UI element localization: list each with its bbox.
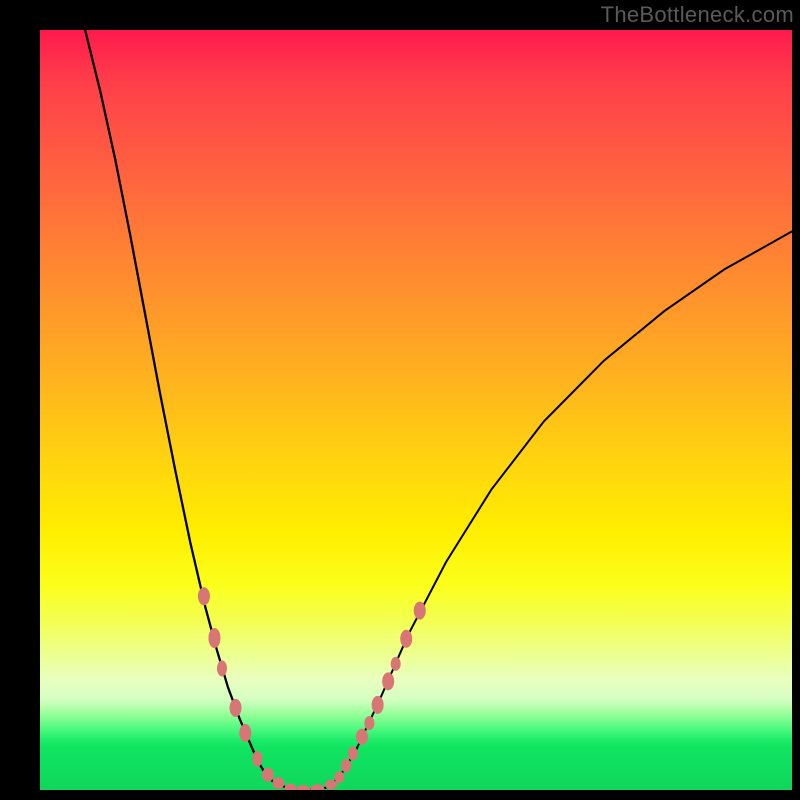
marker-bottom-1 [296,785,310,790]
marker-right-6 [382,672,394,690]
marker-left-1 [208,628,220,648]
bottleneck-curve-left [85,30,281,785]
marker-left-6 [262,768,274,782]
marker-right-1 [341,759,351,773]
marker-left-4 [239,724,251,742]
bottleneck-curve-right [341,231,792,774]
marker-left-2 [217,660,227,676]
chart-container: TheBottleneck.com [0,0,800,800]
marker-right-0 [334,771,344,783]
marker-right-8 [400,630,412,648]
marker-right-5 [372,696,384,714]
data-markers [198,587,426,790]
marker-left-7 [272,777,284,789]
marker-right-4 [364,716,374,730]
marker-right-3 [356,729,368,745]
marker-right-9 [414,602,426,620]
chart-svg [40,30,792,790]
marker-left-0 [198,587,210,605]
marker-bottom-2 [310,784,324,790]
plot-area [40,30,792,790]
watermark-link[interactable]: TheBottleneck.com [601,2,794,27]
marker-left-5 [252,751,262,767]
marker-left-3 [230,699,242,717]
marker-right-2 [348,747,358,761]
marker-right-7 [391,657,401,671]
watermark[interactable]: TheBottleneck.com [601,2,794,28]
marker-bottom-3 [325,780,337,790]
marker-bottom-0 [284,783,296,790]
